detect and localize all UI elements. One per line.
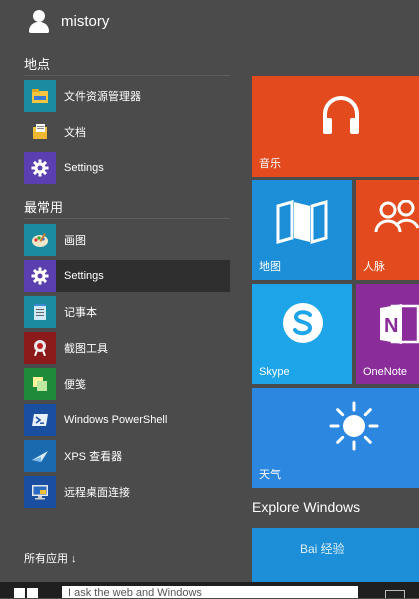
tile-label: 天气 bbox=[259, 469, 281, 481]
file-explorer-icon bbox=[24, 80, 56, 112]
tile-weather[interactable]: 天气 bbox=[252, 388, 419, 488]
documents-icon bbox=[24, 116, 56, 148]
settings-gear-icon bbox=[24, 152, 56, 184]
most-used-item-powershell[interactable]: Windows PowerShell bbox=[24, 404, 230, 436]
most-used-heading: 最常用 bbox=[24, 200, 64, 215]
powershell-icon bbox=[24, 404, 56, 436]
svg-text:N: N bbox=[384, 315, 398, 337]
map-icon bbox=[276, 200, 328, 244]
item-label: 画图 bbox=[64, 235, 86, 247]
notepad-icon bbox=[24, 296, 56, 328]
settings-gear-icon bbox=[24, 260, 56, 292]
user-avatar-icon bbox=[26, 8, 52, 34]
most-used-divider bbox=[24, 218, 230, 219]
explore-windows-heading: Explore Windows bbox=[252, 499, 361, 515]
xps-viewer-icon bbox=[24, 440, 56, 472]
tile-label: 地图 bbox=[259, 261, 281, 273]
sun-icon bbox=[329, 401, 379, 451]
item-label: 记事本 bbox=[64, 307, 97, 319]
item-label: 文件资源管理器 bbox=[64, 91, 141, 103]
most-used-item-notepad[interactable]: 记事本 bbox=[24, 296, 230, 328]
user-account[interactable]: mistory bbox=[26, 8, 109, 34]
places-divider bbox=[24, 75, 230, 76]
most-used-item-sticky-notes[interactable]: 便笺 bbox=[24, 368, 230, 400]
headphones-icon bbox=[323, 96, 359, 134]
places-heading: 地点 bbox=[24, 57, 51, 72]
watermark-text: Bai 经验 bbox=[300, 542, 345, 556]
tile-label: Skype bbox=[259, 366, 290, 378]
places-item-settings[interactable]: Settings bbox=[24, 152, 230, 184]
all-apps-button[interactable]: 所有应用 ↓ bbox=[24, 550, 77, 566]
most-used-item-settings[interactable]: Settings bbox=[24, 260, 230, 292]
user-name: mistory bbox=[61, 12, 110, 30]
skype-icon bbox=[283, 303, 323, 343]
item-label: Settings bbox=[64, 270, 104, 282]
tile-label: 音乐 bbox=[259, 158, 281, 170]
task-view-icon[interactable] bbox=[385, 590, 405, 598]
item-label: 文档 bbox=[64, 127, 86, 139]
tile-label: OneNote bbox=[363, 366, 408, 378]
item-label: 便笺 bbox=[64, 379, 86, 391]
item-label: Windows PowerShell bbox=[64, 414, 168, 426]
item-label: 远程桌面连接 bbox=[64, 487, 130, 499]
item-label: 截图工具 bbox=[64, 343, 108, 355]
most-used-item-xps-viewer[interactable]: XPS 查看器 bbox=[24, 440, 230, 472]
item-label: Settings bbox=[64, 162, 104, 174]
most-used-item-snipping-tool[interactable]: 截图工具 bbox=[24, 332, 230, 364]
onenote-icon: N bbox=[380, 304, 419, 344]
people-icon bbox=[374, 200, 419, 233]
remote-desktop-icon bbox=[24, 476, 56, 508]
snipping-tool-icon bbox=[24, 332, 56, 364]
tile-onenote[interactable]: N OneNote bbox=[356, 284, 419, 384]
search-placeholder: I ask the web and Windows bbox=[68, 587, 202, 599]
windows-start-icon[interactable] bbox=[14, 588, 38, 598]
tile-label: 人脉 bbox=[363, 261, 385, 273]
tile-music[interactable]: 音乐 bbox=[252, 76, 419, 177]
item-label: XPS 查看器 bbox=[64, 451, 123, 463]
most-used-item-remote-desktop[interactable]: 远程桌面连接 bbox=[24, 476, 230, 508]
most-used-item-paint[interactable]: 画图 bbox=[24, 224, 230, 256]
tile-skype[interactable]: Skype bbox=[252, 284, 352, 384]
sticky-notes-icon bbox=[24, 368, 56, 400]
search-box[interactable]: I ask the web and Windows bbox=[62, 586, 358, 599]
places-item-file-explorer[interactable]: 文件资源管理器 bbox=[24, 80, 230, 112]
tile-people[interactable]: 人脉 bbox=[356, 180, 419, 280]
paint-icon bbox=[24, 224, 56, 256]
tile-maps[interactable]: 地图 bbox=[252, 180, 352, 280]
places-item-documents[interactable]: 文档 bbox=[24, 116, 230, 148]
